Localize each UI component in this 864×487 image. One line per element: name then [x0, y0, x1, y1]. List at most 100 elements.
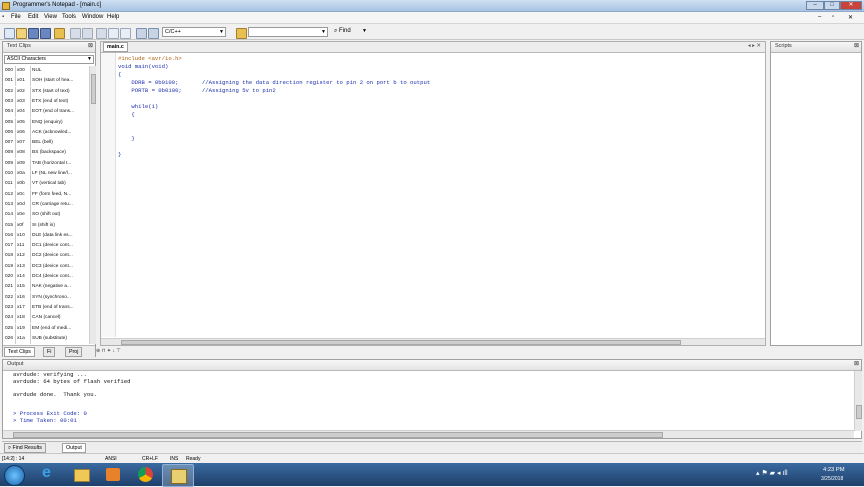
code-line[interactable]: }: [118, 135, 134, 143]
clip-row[interactable]: 012 x0c FF (form feed, N...: [3, 189, 93, 200]
find-dropdown-icon[interactable]: ▼: [362, 28, 367, 34]
tray-date[interactable]: 3/25/2018: [821, 476, 843, 482]
redo-icon[interactable]: [82, 28, 93, 39]
close-button[interactable]: ✕: [840, 1, 862, 10]
find-button[interactable]: ⌕ Find: [334, 28, 351, 35]
clip-row[interactable]: 025 x19 EM (end of medi...: [3, 323, 93, 334]
clip-hex: x0a: [17, 171, 25, 176]
clip-row[interactable]: 020 x14 DC4 (device cont...: [3, 272, 93, 282]
tray-icons[interactable]: ▴ ⚑ ▰ ◂ ıll: [756, 469, 788, 477]
doc-restore-button[interactable]: ▫: [832, 14, 834, 20]
find-in-files-icon[interactable]: [236, 28, 247, 39]
paste-icon[interactable]: [120, 28, 131, 39]
taskbar-explorer[interactable]: [66, 464, 96, 485]
print-icon[interactable]: [54, 28, 65, 39]
clip-row[interactable]: 002 x02 STX (start of text): [3, 86, 93, 97]
scheme-select[interactable]: C/C++ ▼: [162, 27, 226, 37]
web-icon[interactable]: [136, 28, 147, 39]
code-line[interactable]: DDRB = 0b0100; //Assigning the data dire…: [118, 79, 430, 87]
clip-category-select[interactable]: ASCII Characters ▼: [4, 55, 94, 64]
copy-icon[interactable]: [108, 28, 119, 39]
clip-row[interactable]: 023 x17 ETB (end of trans...: [3, 302, 93, 313]
code-line[interactable]: {: [118, 111, 134, 119]
open-folder-icon[interactable]: [16, 28, 27, 39]
new-file-icon[interactable]: [4, 28, 15, 39]
tab-output[interactable]: Output: [62, 443, 86, 453]
save-all-icon[interactable]: [40, 28, 51, 39]
code-line[interactable]: #include <avr/io.h>: [118, 55, 182, 63]
clip-row[interactable]: 016 x10 DLE (data link es...: [3, 230, 93, 241]
close-icon[interactable]: ⊠: [854, 42, 859, 51]
doc-nav-icons[interactable]: ⊕ ⊓ ✦ ↓ ⊤: [96, 346, 142, 356]
editor-hscrollbar[interactable]: [101, 338, 765, 345]
clip-row[interactable]: 007 x07 BEL (bell): [3, 138, 93, 149]
code-line[interactable]: PORTB = 0b0100; //Assigning 5v to pin2: [118, 87, 275, 95]
tab-files[interactable]: Fi: [43, 347, 56, 357]
menu-view[interactable]: View: [44, 14, 57, 20]
tab-nav-icons[interactable]: ◂ ▸ ✕: [748, 43, 761, 49]
output-vscrollbar[interactable]: [854, 371, 862, 431]
tab-find-results[interactable]: ⌕ Find Results: [4, 443, 46, 453]
menu-edit[interactable]: Edit: [28, 14, 38, 20]
output-vscroll-thumb[interactable]: [856, 405, 862, 419]
clip-row[interactable]: 000 x00 NUL: [3, 66, 93, 76]
clip-scrollbar[interactable]: [89, 66, 96, 344]
code-line[interactable]: {: [118, 71, 121, 79]
clip-row[interactable]: 024 x18 CAN (cancel): [3, 313, 93, 324]
clip-row[interactable]: 008 x08 BS (backspace): [3, 148, 93, 159]
tab-projects[interactable]: Proj: [65, 347, 83, 357]
clip-row[interactable]: 005 x05 ENQ (enquiry): [3, 117, 93, 128]
clip-row[interactable]: 001 x01 SOH (start of hea...: [3, 76, 93, 87]
code-line[interactable]: void main(void): [118, 63, 168, 71]
taskbar-notepad[interactable]: [162, 464, 194, 487]
tab-main-c[interactable]: main.c: [103, 42, 128, 52]
clip-description: ACK (acknowled...: [32, 129, 72, 135]
clip-row[interactable]: 011 x0b VT (vertical tab): [3, 179, 93, 190]
code-line[interactable]: while(1): [118, 103, 158, 111]
search-input[interactable]: ▼: [248, 27, 328, 37]
clip-row[interactable]: 026 x1a SUB (substitute): [3, 333, 93, 344]
tray-time[interactable]: 4:23 PM: [823, 467, 845, 473]
menu-window[interactable]: Window: [82, 14, 103, 20]
code-line[interactable]: }: [118, 151, 121, 159]
clip-row[interactable]: 006 x06 ACK (acknowled...: [3, 127, 93, 138]
clip-row[interactable]: 010 x0a LF (NL new line/l...: [3, 169, 93, 179]
clip-row[interactable]: 014 x0e SO (shift out): [3, 210, 93, 221]
binoculars-icon: ⌕: [334, 28, 338, 34]
menu-help[interactable]: Help: [107, 14, 119, 20]
save-icon[interactable]: [28, 28, 39, 39]
clip-row[interactable]: 003 x03 ETX (end of text): [3, 96, 93, 107]
app-icon: [2, 2, 10, 10]
doc-close-button[interactable]: ✕: [848, 14, 853, 21]
taskbar-media[interactable]: [98, 464, 128, 485]
editor-hscroll-thumb[interactable]: [121, 340, 681, 345]
clip-row[interactable]: 022 x16 SYN (synchrono...: [3, 292, 93, 303]
menu-file[interactable]: File: [11, 14, 21, 20]
column-divider: [15, 230, 16, 241]
doc-minimize-button[interactable]: –: [818, 14, 821, 20]
maximize-button[interactable]: □: [824, 1, 840, 10]
clip-scroll-thumb[interactable]: [91, 74, 96, 104]
clip-row[interactable]: 017 x11 DC1 (device cont...: [3, 241, 93, 252]
taskbar-ie[interactable]: e: [34, 464, 64, 485]
clip-row[interactable]: 015 x0f SI (shift in): [3, 220, 93, 231]
clip-row[interactable]: 013 x0d CR (carriage retu...: [3, 199, 93, 210]
clip-row[interactable]: 018 x12 DC2 (device cont...: [3, 251, 93, 262]
menu-bar: ▪ File Edit View Tools Window Help – ▫ ✕: [0, 12, 864, 24]
taskbar-chrome[interactable]: [130, 464, 160, 485]
start-button[interactable]: [4, 465, 25, 486]
output-hscrollbar[interactable]: [3, 430, 854, 438]
close-icon[interactable]: ⊠: [854, 360, 859, 369]
close-icon[interactable]: ⊠: [88, 42, 93, 51]
minimize-button[interactable]: –: [806, 1, 824, 10]
cut-icon[interactable]: [96, 28, 107, 39]
output-hscroll-thumb[interactable]: [13, 432, 663, 438]
list-icon[interactable]: [148, 28, 159, 39]
undo-icon[interactable]: [70, 28, 81, 39]
tab-text-clips[interactable]: Text Clips: [4, 347, 35, 357]
menu-tools[interactable]: Tools: [62, 14, 76, 20]
clip-row[interactable]: 019 x13 DC3 (device cont...: [3, 261, 93, 272]
clip-row[interactable]: 009 x09 TAB (horizontal t...: [3, 158, 93, 169]
clip-row[interactable]: 004 x04 EOT (end of trans...: [3, 107, 93, 118]
clip-row[interactable]: 021 x15 NAK (negative a...: [3, 282, 93, 293]
